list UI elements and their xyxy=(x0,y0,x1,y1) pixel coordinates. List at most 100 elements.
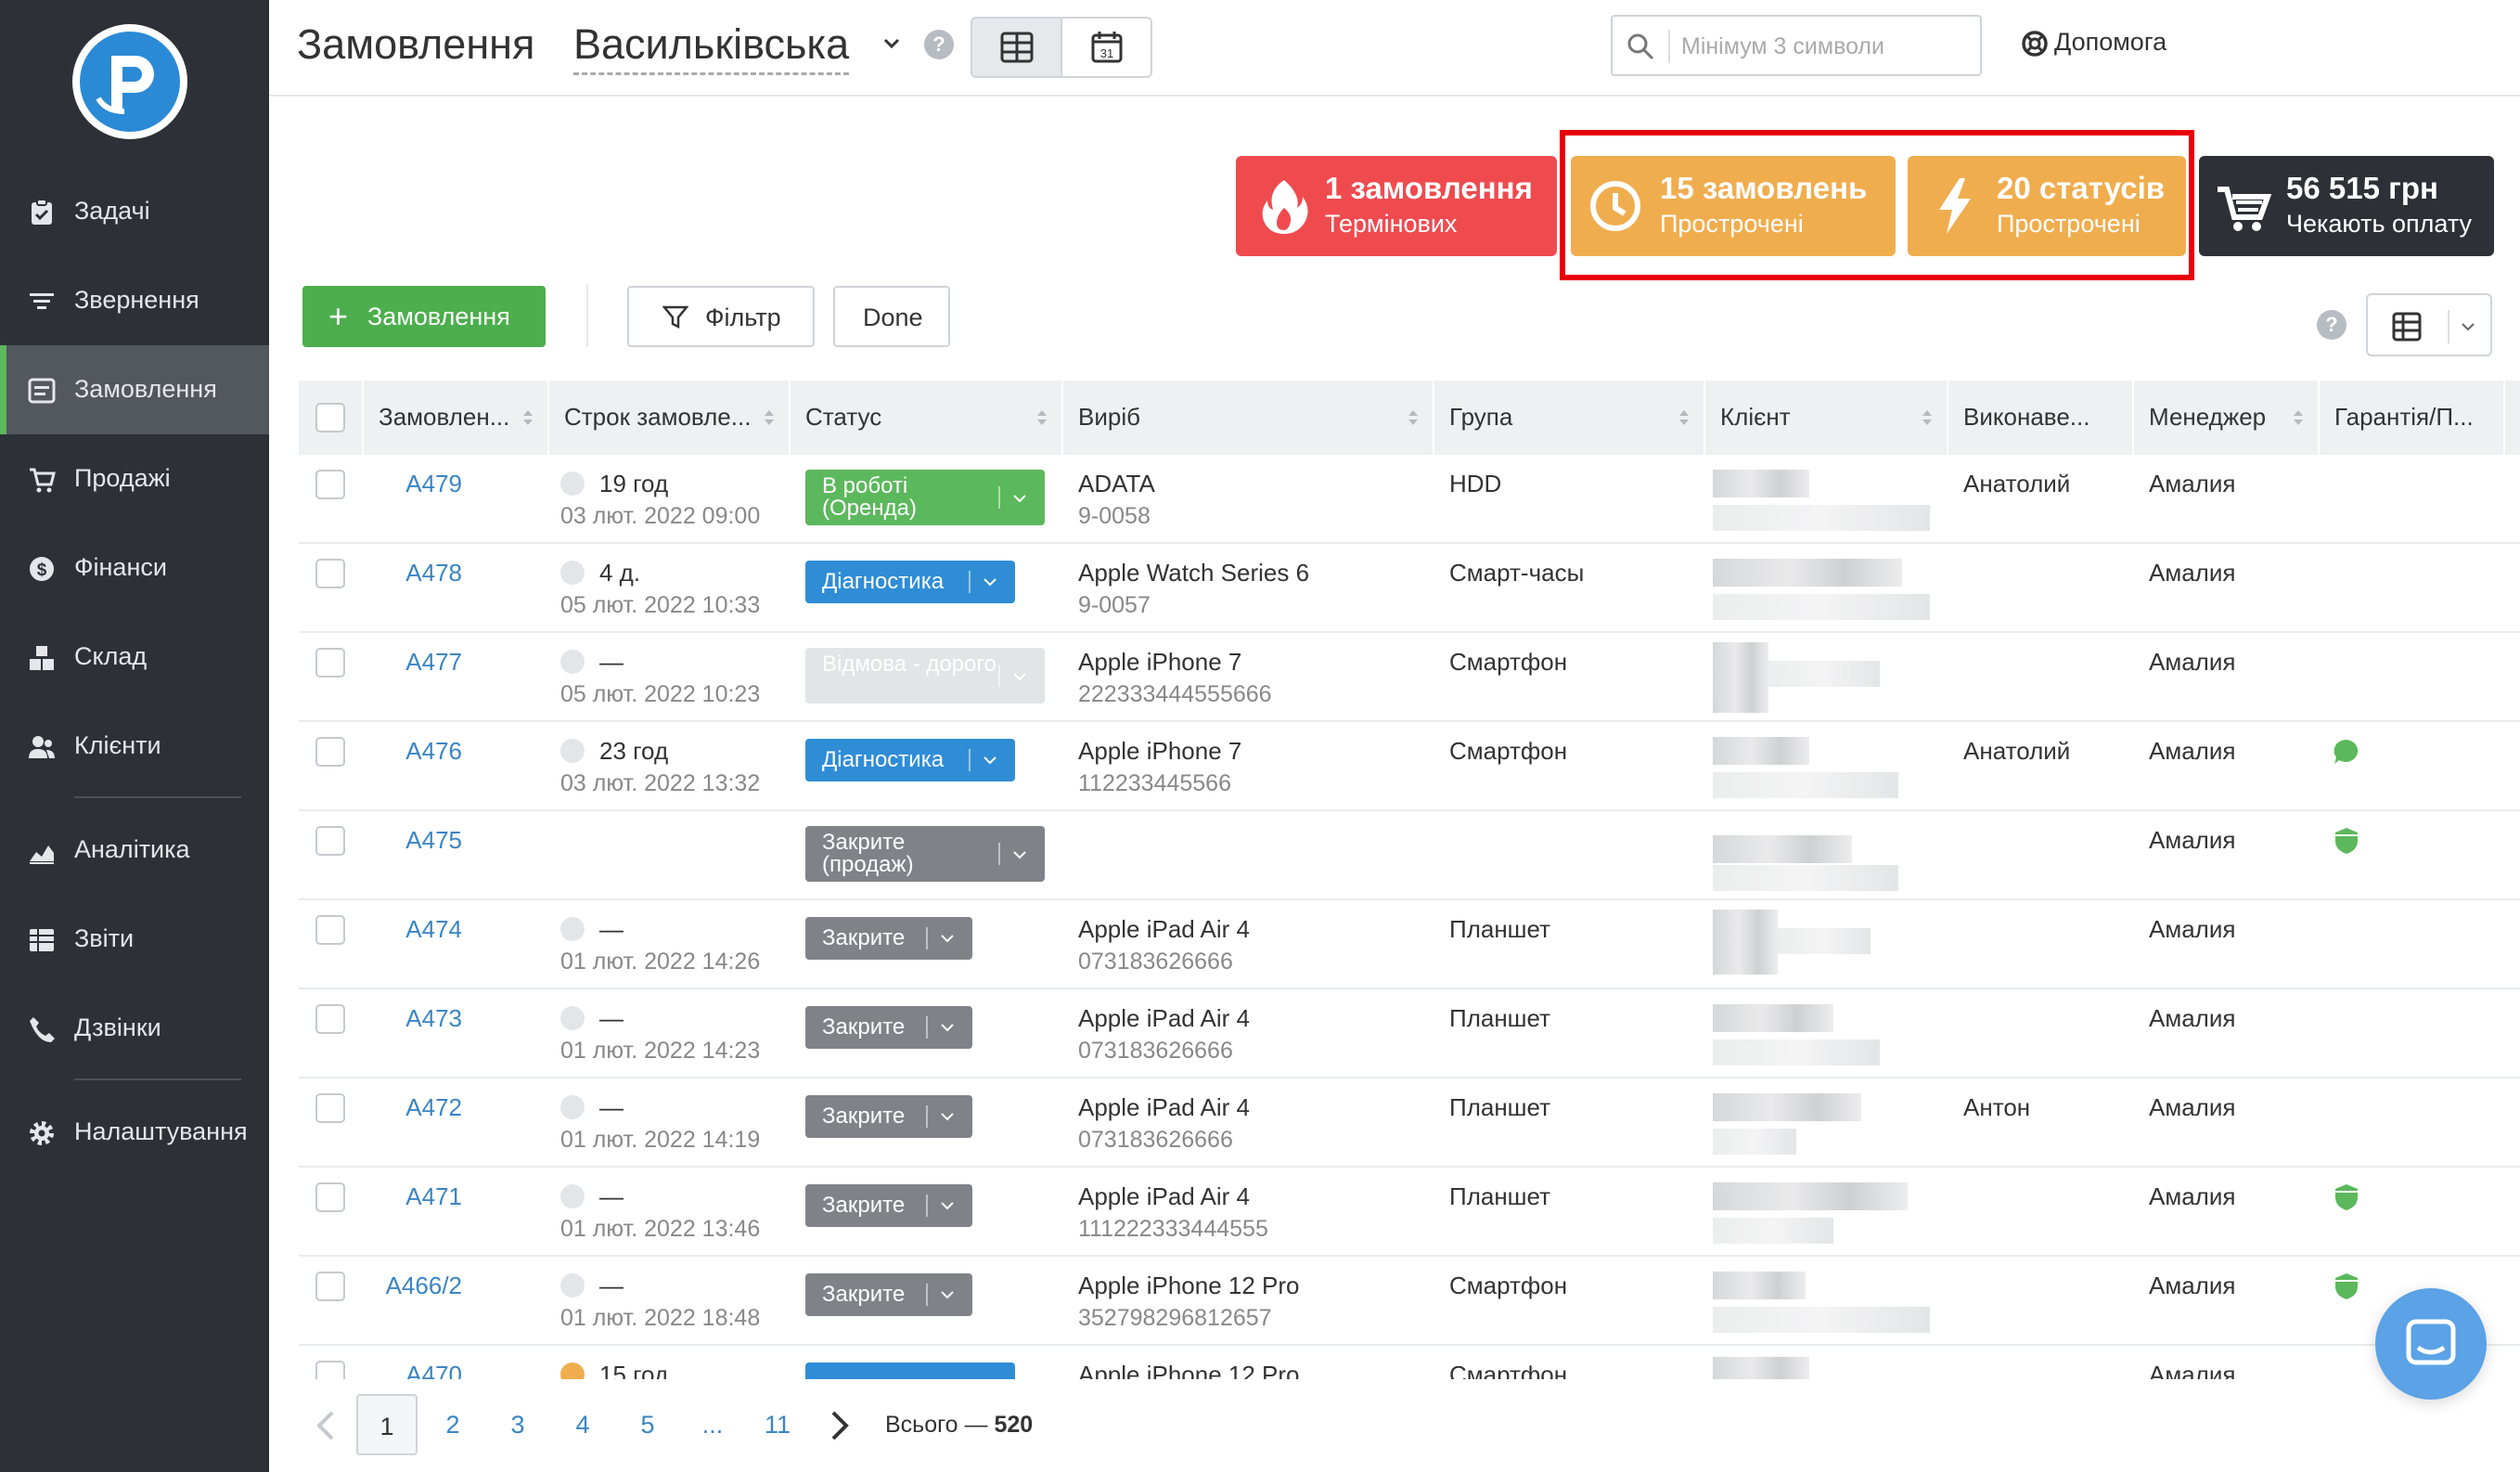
chevron-down-icon[interactable] xyxy=(881,33,902,54)
awaiting-payment-card[interactable]: 56 515 грн Чекають оплату xyxy=(2199,156,2494,256)
table-row[interactable]: A473 — 01 лют. 2022 14:23 Закрите Apple … xyxy=(299,989,2520,1078)
status-dropdown[interactable]: В роботі (Оренда) xyxy=(805,470,1045,525)
page-2[interactable]: 2 xyxy=(427,1394,479,1455)
add-order-button[interactable]: + Замовлення xyxy=(302,286,546,347)
shield-icon[interactable] xyxy=(2333,1182,2360,1212)
status-dropdown[interactable]: Закрите xyxy=(805,917,972,960)
table-row[interactable]: A475 Закрите (продаж) Амалия xyxy=(299,811,2520,900)
order-number-link[interactable]: A477 xyxy=(323,648,462,677)
chevron-right-icon[interactable] xyxy=(828,1409,852,1442)
awaiting-payment-amount: 56 515 грн xyxy=(2286,171,2438,205)
filter-button[interactable]: Фільтр xyxy=(627,286,815,347)
sidebar-item-finance[interactable]: $ Фінанси xyxy=(0,523,269,613)
table-row[interactable]: A472 — 01 лют. 2022 14:19 Закрите Apple … xyxy=(299,1078,2520,1168)
client-name-blurred xyxy=(1713,835,1852,863)
table-row[interactable]: A471 — 01 лют. 2022 13:46 Закрите Apple … xyxy=(299,1168,2520,1257)
order-number-link[interactable]: A471 xyxy=(323,1182,462,1211)
status-dropdown[interactable]: Діагностика xyxy=(805,739,1015,781)
table-view-button[interactable] xyxy=(972,19,1062,76)
column-header-term[interactable]: Строк замовле... xyxy=(549,381,791,455)
page-11[interactable]: 11 xyxy=(752,1394,804,1455)
order-number-link[interactable]: A473 xyxy=(323,1004,462,1033)
shield-icon[interactable] xyxy=(2333,1272,2360,1301)
column-header-executor[interactable]: Виконаве... xyxy=(1948,381,2134,455)
due-date: 05 лют. 2022 10:23 xyxy=(560,681,761,707)
chat-widget-button[interactable] xyxy=(2375,1288,2487,1400)
page-4[interactable]: 4 xyxy=(557,1394,609,1455)
page-5[interactable]: 5 xyxy=(622,1394,674,1455)
status-dropdown[interactable]: Закрите xyxy=(805,1006,972,1049)
table-row[interactable]: A470 15 год Apple iPhone 12 Pro Смартфон… xyxy=(299,1346,2520,1379)
shield-icon[interactable] xyxy=(2333,826,2360,856)
urgent-orders-card[interactable]: 1 замовлення Термінових xyxy=(1236,156,1557,256)
sidebar-item-label: Дзвінки xyxy=(74,1014,161,1041)
clock-icon xyxy=(560,1006,585,1030)
clock-icon xyxy=(560,561,585,585)
table-help-icon[interactable]: ? xyxy=(2317,310,2346,340)
status-dropdown[interactable]: Діагностика xyxy=(805,561,1015,603)
status-label: Закрите xyxy=(822,1282,906,1307)
table-row[interactable]: A466/2 — 01 лют. 2022 18:48 Закрите Appl… xyxy=(299,1257,2520,1346)
chevron-down-icon xyxy=(941,935,954,943)
table-row[interactable]: A479 19 год 03 лют. 2022 09:00 В роботі … xyxy=(299,455,2520,544)
column-header-order[interactable]: Замовлен... xyxy=(364,381,549,455)
column-header-item[interactable]: Виріб xyxy=(1063,381,1434,455)
sort-icon xyxy=(523,410,533,425)
sidebar-item-warehouse[interactable]: Склад xyxy=(0,613,269,702)
chevron-down-icon xyxy=(941,1202,954,1210)
order-number-link[interactable]: A475 xyxy=(323,826,462,855)
clock-icon xyxy=(560,739,585,763)
columns-settings-button[interactable] xyxy=(2366,293,2492,356)
table-row[interactable]: A478 4 д. 05 лют. 2022 10:33 Діагностика… xyxy=(299,544,2520,633)
order-number-link[interactable]: A470 xyxy=(323,1361,462,1379)
column-header-manager[interactable]: Менеджер xyxy=(2134,381,2320,455)
status-dropdown[interactable]: Відмова - дорого xyxy=(805,648,1045,704)
sidebar-item-calls[interactable]: Дзвінки xyxy=(0,984,269,1073)
order-number-link[interactable]: A466/2 xyxy=(323,1272,462,1300)
sidebar-item-analytics[interactable]: Аналітика xyxy=(0,806,269,895)
group-name: Планшет xyxy=(1449,915,1551,943)
branch-selector[interactable]: Васильківська xyxy=(573,20,850,75)
help-question-icon[interactable]: ? xyxy=(924,30,954,59)
column-header-warranty[interactable]: Гарантія/П... xyxy=(2320,381,2505,455)
sidebar-item-requests[interactable]: Звернення xyxy=(0,256,269,345)
select-all-checkbox[interactable] xyxy=(315,403,345,433)
chevron-left-icon[interactable] xyxy=(314,1409,338,1442)
column-header-status[interactable]: Статус xyxy=(791,381,1063,455)
term-text: — xyxy=(599,1093,624,1121)
sidebar-item-settings[interactable]: Налаштування xyxy=(0,1088,269,1177)
order-number-link[interactable]: A478 xyxy=(323,559,462,588)
sidebar-item-reports[interactable]: Звіти xyxy=(0,895,269,984)
table-row[interactable]: A477 — 05 лют. 2022 10:23 Відмова - доро… xyxy=(299,633,2520,722)
group-name: Смартфон xyxy=(1449,1361,1568,1379)
order-number-link[interactable]: A479 xyxy=(323,470,462,498)
help-link[interactable]: Допомога xyxy=(2022,28,2166,57)
done-button[interactable]: Done xyxy=(833,286,950,347)
item-name: Apple iPhone 12 Pro xyxy=(1078,1272,1300,1299)
table-row[interactable]: A474 — 01 лют. 2022 14:26 Закрите Apple … xyxy=(299,900,2520,989)
app-logo[interactable] xyxy=(72,24,187,139)
chat-bubble-icon[interactable] xyxy=(2333,737,2360,767)
due-date: 05 лют. 2022 10:33 xyxy=(560,592,761,618)
order-number-link[interactable]: A472 xyxy=(323,1093,462,1122)
status-dropdown[interactable]: Закрите (продаж) xyxy=(805,826,1045,882)
order-number-link[interactable]: A474 xyxy=(323,915,462,944)
status-dropdown[interactable]: Закрите xyxy=(805,1095,972,1138)
order-number-link[interactable]: A476 xyxy=(323,737,462,766)
column-header-client[interactable]: Клієнт xyxy=(1705,381,1948,455)
sidebar-item-tasks[interactable]: Задачі xyxy=(0,167,269,256)
status-dropdown[interactable]: Закрите xyxy=(805,1184,972,1227)
calendar-view-button[interactable]: 31 xyxy=(1062,19,1151,76)
sidebar-item-clients[interactable]: Клієнти xyxy=(0,702,269,791)
status-dropdown[interactable] xyxy=(805,1362,1015,1379)
search-input[interactable] xyxy=(1681,28,1969,65)
table-row[interactable]: A476 23 год 03 лют. 2022 13:32 Діагности… xyxy=(299,722,2520,811)
pagination: 1 2 3 4 5 ... 11 Всього — 520 xyxy=(299,1392,1227,1461)
sidebar-item-orders[interactable]: Замовлення xyxy=(0,345,269,434)
status-dropdown[interactable]: Закрите xyxy=(805,1273,972,1316)
page-1[interactable]: 1 xyxy=(356,1394,418,1455)
column-header-group[interactable]: Група xyxy=(1434,381,1705,455)
chevron-down-icon xyxy=(2462,323,2475,331)
sidebar-item-sales[interactable]: Продажі xyxy=(0,434,269,523)
page-3[interactable]: 3 xyxy=(492,1394,544,1455)
